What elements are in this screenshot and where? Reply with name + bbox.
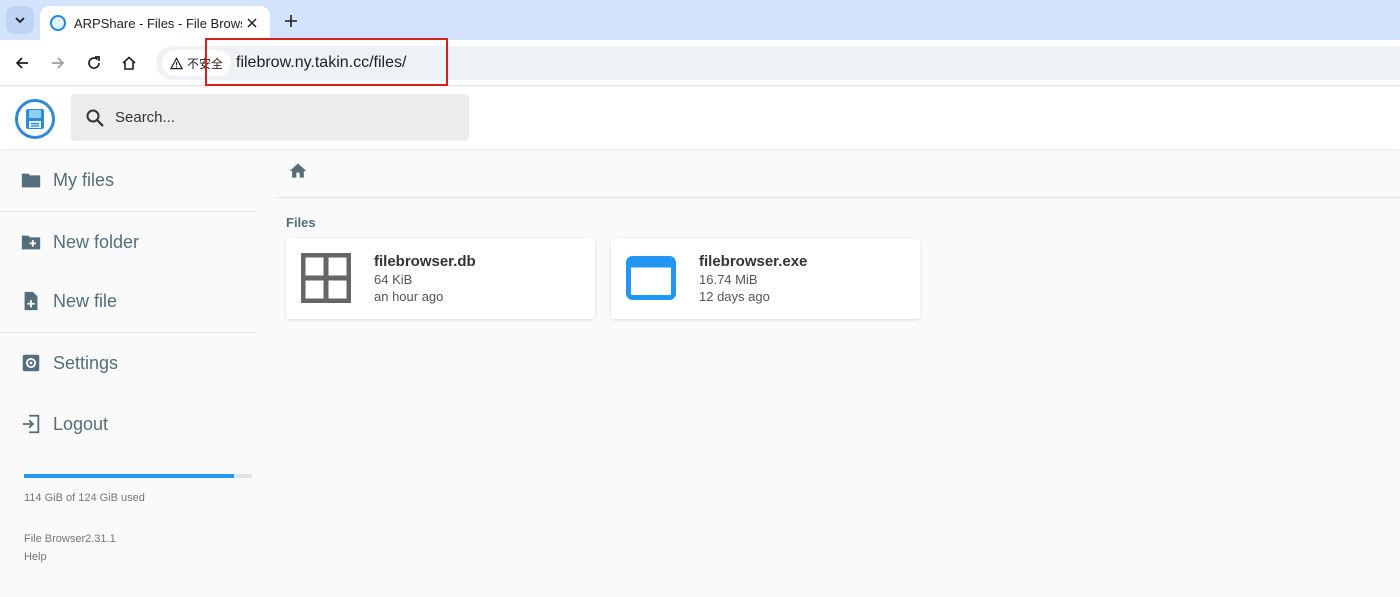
home-icon <box>122 56 136 70</box>
sidebar-item-label: My files <box>53 169 115 190</box>
storage-usage-text: 114 GiB of 124 GiB used <box>24 492 145 504</box>
file-type-icon <box>300 252 352 304</box>
file-type-icon <box>625 252 677 304</box>
app-logo[interactable] <box>15 99 55 139</box>
folder-icon <box>21 173 41 188</box>
search-box[interactable] <box>71 94 469 141</box>
sidebar-item-label: New file <box>53 290 118 311</box>
file-name: filebrowser.db <box>374 253 476 270</box>
logout-icon <box>22 414 40 434</box>
tab-close-button[interactable] <box>242 13 262 33</box>
tab-title: ARPShare - Files - File Browser <box>74 15 242 31</box>
reload-icon <box>88 56 100 69</box>
sidebar-item-label: Logout <box>53 413 109 434</box>
forward-button[interactable] <box>44 49 72 77</box>
reload-button[interactable] <box>80 49 108 77</box>
tab-favicon-icon <box>50 15 66 31</box>
sidebar-item-new-folder[interactable]: New folder <box>0 217 256 267</box>
help-link[interactable]: Help <box>24 551 47 563</box>
sidebar-divider <box>0 211 256 212</box>
browser-tab-active[interactable]: ARPShare - Files - File Browser <box>40 6 270 40</box>
sidebar-item-logout[interactable]: Logout <box>0 399 256 449</box>
plus-icon <box>285 15 297 27</box>
file-size: 64 KiB <box>374 272 413 287</box>
tab-search-button[interactable] <box>6 6 34 34</box>
files-section-title: Files <box>286 215 316 230</box>
breadcrumb <box>276 149 1400 198</box>
warning-icon <box>170 56 183 69</box>
breadcrumb-home[interactable] <box>286 159 310 183</box>
sidebar-item-label: Settings <box>53 352 119 373</box>
back-button[interactable] <box>8 49 36 77</box>
sidebar-item-my-files[interactable]: My files <box>0 155 256 205</box>
create-new-folder-icon <box>21 235 41 250</box>
arrow-left-icon <box>15 57 28 69</box>
file-size: 16.74 MiB <box>699 272 758 287</box>
version-text: File Browser2.31.1 <box>24 533 116 545</box>
sidebar: My files New folder New file Settings Lo… <box>0 149 256 597</box>
file-modified: an hour ago <box>374 289 444 304</box>
file-item[interactable]: filebrowser.exe 16.74 MiB 12 days ago <box>611 238 920 319</box>
sidebar-item-settings[interactable]: Settings <box>0 338 256 388</box>
sidebar-item-new-file[interactable]: New file <box>0 276 256 326</box>
new-tab-button[interactable] <box>278 8 304 34</box>
arrow-right-icon <box>52 57 65 69</box>
application-icon <box>626 256 676 300</box>
storage-usage-bar <box>24 474 252 478</box>
file-name: filebrowser.exe <box>699 253 808 270</box>
search-icon <box>86 109 104 127</box>
grid-icon <box>301 253 351 303</box>
annotation-highlight-box <box>205 38 448 86</box>
sidebar-item-label: New folder <box>53 231 140 252</box>
search-input[interactable] <box>115 109 445 126</box>
file-modified: 12 days ago <box>699 289 770 304</box>
settings-icon <box>22 354 40 372</box>
storage-usage-fill <box>24 474 234 478</box>
floppy-disk-icon <box>26 109 44 129</box>
app-header <box>0 87 1400 149</box>
file-item[interactable]: filebrowser.db 64 KiB an hour ago <box>286 238 595 319</box>
home-icon <box>289 163 307 178</box>
note-add-icon <box>24 291 38 311</box>
sidebar-divider <box>0 332 256 333</box>
chevron-down-icon <box>15 17 25 24</box>
browser-tabstrip: ARPShare - Files - File Browser <box>0 0 1400 40</box>
home-button[interactable] <box>115 49 143 77</box>
close-icon <box>247 18 257 28</box>
